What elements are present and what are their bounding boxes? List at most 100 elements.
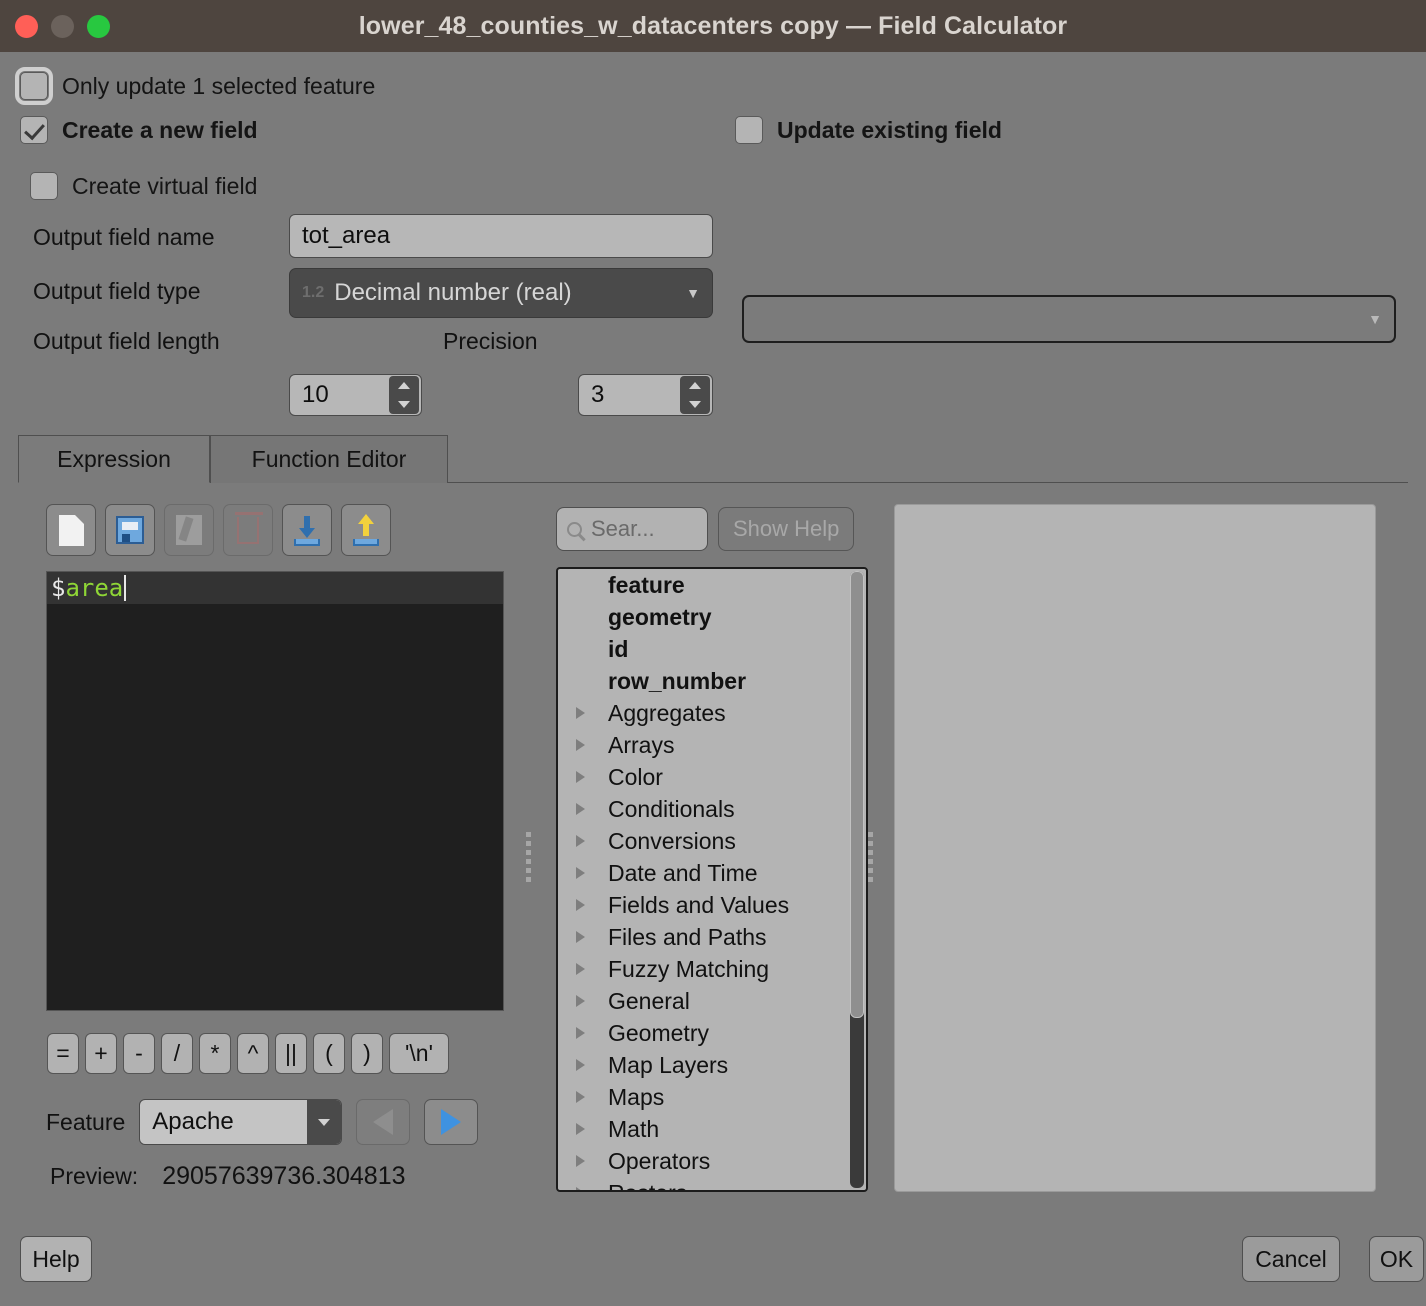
function-list-item[interactable]: Color — [558, 761, 850, 793]
splitter-handle-left[interactable] — [521, 822, 535, 892]
operator-button[interactable]: + — [85, 1033, 117, 1074]
expand-arrow-icon[interactable] — [576, 1059, 608, 1071]
expand-arrow-icon[interactable] — [576, 931, 608, 943]
precision-label: Precision — [443, 328, 538, 355]
stepper-up-icon[interactable] — [689, 382, 701, 389]
length-spinner-buttons[interactable] — [389, 376, 419, 414]
new-file-button[interactable] — [46, 504, 96, 556]
function-list-item[interactable]: Geometry — [558, 1017, 850, 1049]
operator-button[interactable]: = — [47, 1033, 79, 1074]
precision-spinner-buttons[interactable] — [680, 376, 710, 414]
operator-button[interactable]: ) — [351, 1033, 383, 1074]
feature-row: Feature Apache — [46, 1099, 478, 1145]
operator-button[interactable]: ( — [313, 1033, 345, 1074]
expand-arrow-icon[interactable] — [576, 995, 608, 1007]
expand-arrow-icon[interactable] — [576, 771, 608, 783]
save-expression-button[interactable] — [105, 504, 155, 556]
expression-line[interactable]: $area — [47, 572, 503, 604]
function-list-item[interactable]: id — [558, 633, 850, 665]
search-input[interactable]: Sear... — [556, 507, 708, 551]
help-button[interactable]: Help — [20, 1236, 92, 1282]
function-list-item[interactable]: Maps — [558, 1081, 850, 1113]
function-list-item[interactable]: Aggregates — [558, 697, 850, 729]
zoom-button[interactable] — [87, 15, 110, 38]
operator-button[interactable]: '\n' — [389, 1033, 449, 1074]
function-list-scrollbar[interactable] — [850, 571, 864, 1188]
function-list-item[interactable]: Files and Paths — [558, 921, 850, 953]
function-list-item[interactable]: General — [558, 985, 850, 1017]
expand-arrow-icon[interactable] — [576, 1123, 608, 1135]
next-feature-button[interactable] — [424, 1099, 478, 1145]
expand-arrow-icon[interactable] — [576, 739, 608, 751]
function-list-item[interactable]: Operators — [558, 1145, 850, 1177]
trash-icon — [237, 517, 259, 544]
create-virtual-field-checkbox[interactable] — [30, 172, 58, 200]
function-list-item[interactable]: Math — [558, 1113, 850, 1145]
expand-arrow-icon[interactable] — [576, 963, 608, 975]
function-list-item[interactable]: Conversions — [558, 825, 850, 857]
cancel-button[interactable]: Cancel — [1242, 1236, 1340, 1282]
tab-expression[interactable]: Expression — [18, 435, 210, 483]
function-list-item[interactable]: feature — [558, 569, 850, 601]
precision-stepper[interactable]: 3 — [578, 374, 713, 416]
expand-arrow-icon[interactable] — [576, 835, 608, 847]
feature-select[interactable]: Apache — [139, 1099, 342, 1145]
function-list-item-label: Arrays — [608, 732, 674, 759]
operator-button[interactable]: ^ — [237, 1033, 269, 1074]
function-list-item[interactable]: Conditionals — [558, 793, 850, 825]
expand-arrow-icon[interactable] — [576, 1155, 608, 1167]
function-list-item[interactable]: row_number — [558, 665, 850, 697]
import-expression-button[interactable] — [282, 504, 332, 556]
export-expression-button[interactable] — [341, 504, 391, 556]
operator-button[interactable]: * — [199, 1033, 231, 1074]
update-existing-field-checkbox[interactable] — [735, 116, 763, 144]
arrow-right-icon — [441, 1109, 461, 1135]
function-list-item[interactable]: Date and Time — [558, 857, 850, 889]
close-button[interactable] — [15, 15, 38, 38]
previous-feature-button[interactable] — [356, 1099, 410, 1145]
stepper-down-icon[interactable] — [398, 401, 410, 408]
operator-button[interactable]: || — [275, 1033, 307, 1074]
scrollbar-thumb[interactable] — [850, 571, 864, 1018]
chevron-down-icon: ▼ — [1368, 311, 1382, 327]
function-list-item[interactable]: Map Layers — [558, 1049, 850, 1081]
function-list-item[interactable]: Fields and Values — [558, 889, 850, 921]
feature-dropdown-button[interactable] — [307, 1100, 341, 1144]
edit-expression-button[interactable] — [164, 504, 214, 556]
expand-arrow-icon[interactable] — [576, 1027, 608, 1039]
expression-toolbar-wrap — [46, 504, 506, 556]
function-list-item[interactable]: Rasters — [558, 1177, 850, 1190]
function-list-item[interactable]: Fuzzy Matching — [558, 953, 850, 985]
update-existing-field-row[interactable]: Update existing field — [735, 116, 1002, 144]
output-field-length-label: Output field length — [33, 328, 220, 355]
expand-arrow-icon[interactable] — [576, 803, 608, 815]
delete-expression-button[interactable] — [223, 504, 273, 556]
create-new-field-checkbox[interactable] — [20, 116, 48, 144]
output-field-length-stepper[interactable]: 10 — [289, 374, 422, 416]
operator-button[interactable]: - — [123, 1033, 155, 1074]
function-list[interactable]: featuregeometryidrow_numberAggregates Arr… — [556, 567, 868, 1192]
tab-function-editor[interactable]: Function Editor — [210, 435, 448, 483]
expand-arrow-icon[interactable] — [576, 1091, 608, 1103]
output-field-name-input[interactable]: tot_area — [289, 214, 713, 258]
search-placeholder: Sear... — [591, 516, 655, 542]
only-update-selected-row[interactable]: Only update 1 selected feature — [20, 72, 375, 100]
expand-arrow-icon[interactable] — [576, 1187, 608, 1190]
existing-field-select[interactable]: ▼ — [742, 295, 1396, 343]
create-virtual-field-row[interactable]: Create virtual field — [30, 172, 257, 200]
show-help-button[interactable]: Show Help — [718, 507, 854, 551]
function-list-item[interactable]: geometry — [558, 601, 850, 633]
expand-arrow-icon[interactable] — [576, 867, 608, 879]
create-new-field-row[interactable]: Create a new field — [20, 116, 258, 144]
expression-editor[interactable]: $area — [46, 571, 504, 1011]
only-update-selected-checkbox[interactable] — [20, 72, 48, 100]
ok-button[interactable]: OK — [1369, 1236, 1424, 1282]
output-field-type-select[interactable]: 1.2 Decimal number (real) ▼ — [289, 268, 713, 318]
operator-button[interactable]: / — [161, 1033, 193, 1074]
stepper-up-icon[interactable] — [398, 382, 410, 389]
function-list-item[interactable]: Arrays — [558, 729, 850, 761]
expand-arrow-icon[interactable] — [576, 707, 608, 719]
stepper-down-icon[interactable] — [689, 401, 701, 408]
expand-arrow-icon[interactable] — [576, 899, 608, 911]
minimize-button[interactable] — [51, 15, 74, 38]
